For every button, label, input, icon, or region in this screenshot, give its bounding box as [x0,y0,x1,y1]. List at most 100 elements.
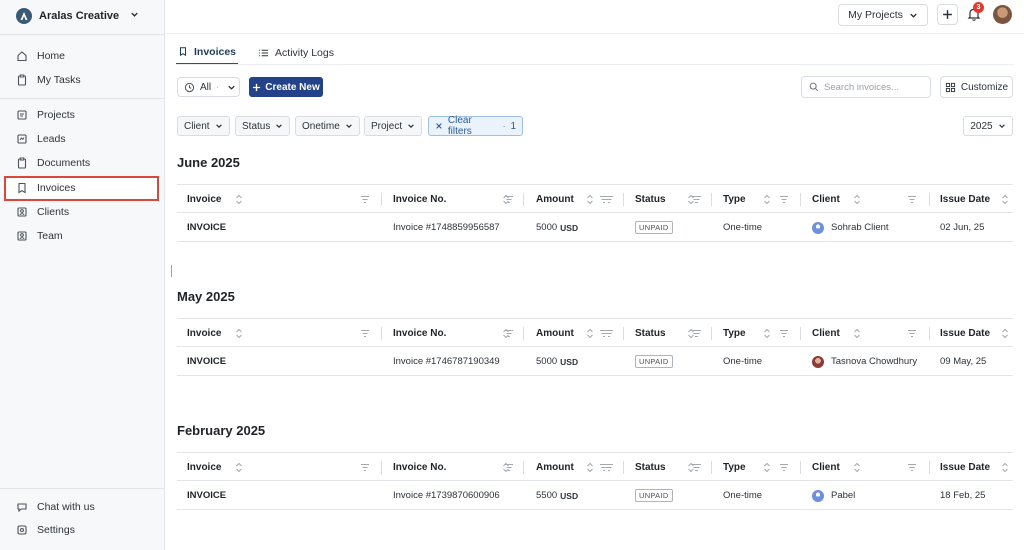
sidebar-item-documents[interactable]: Documents [16,153,90,173]
column-separator[interactable] [623,193,624,206]
year-selector[interactable]: 2025 [963,116,1013,136]
avatar[interactable] [993,5,1012,24]
sort-icon[interactable] [763,194,771,205]
column-separator[interactable] [711,327,712,340]
column-header[interactable]: Invoice [187,319,221,348]
sort-icon[interactable] [586,462,594,473]
column-header[interactable]: Issue Date [940,319,990,348]
sidebar-item-home[interactable]: Home [16,46,65,66]
column-filter-icon[interactable] [779,329,789,338]
table-row[interactable]: INVOICE Invoice #1746787190349 5000 USD UNPA… [177,347,1013,376]
type-filter[interactable]: Onetime [295,116,360,136]
column-filter-icon[interactable] [907,195,917,204]
column-header[interactable]: Invoice [187,185,221,214]
sort-icon[interactable] [853,194,861,205]
sort-icon[interactable] [1001,462,1009,473]
sort-icon[interactable] [853,462,861,473]
column-header[interactable]: Client [812,185,840,214]
column-filter-icon[interactable] [691,195,701,204]
column-separator[interactable] [800,461,801,474]
sidebar-item-invoices[interactable]: Invoices [16,178,76,198]
column-header[interactable]: Amount [536,185,574,214]
column-separator[interactable] [381,327,382,340]
sort-icon[interactable] [586,194,594,205]
client-name[interactable]: Tasnova Chowdhury [831,356,917,367]
column-header[interactable]: Type [723,319,746,348]
sort-icon[interactable] [763,328,771,339]
tab-invoices[interactable]: Invoices [176,40,239,65]
column-filter-icon[interactable] [599,329,609,338]
sidebar-item-clients[interactable]: Clients [16,202,69,222]
my-projects-dropdown[interactable]: My Projects [838,4,928,26]
column-separator[interactable] [800,327,801,340]
column-header[interactable]: Amount [536,319,574,348]
column-separator[interactable] [623,461,624,474]
column-separator[interactable] [623,327,624,340]
create-new-button[interactable]: Create New [249,77,323,97]
column-separator[interactable] [381,461,382,474]
sidebar-item-team[interactable]: Team [16,226,63,246]
column-header[interactable]: Invoice [187,453,221,482]
column-header[interactable]: Client [812,453,840,482]
client-name[interactable]: Pabel [831,490,855,501]
column-filter-icon[interactable] [691,463,701,472]
column-header[interactable]: Client [812,319,840,348]
client-name[interactable]: Sohrab Client [831,222,889,233]
column-separator[interactable] [523,327,524,340]
period-filter-dropdown[interactable]: All · [177,77,240,97]
column-header[interactable]: Type [723,185,746,214]
column-filter-icon[interactable] [504,463,514,472]
column-header[interactable]: Issue Date [940,185,990,214]
sidebar-item-my-tasks[interactable]: My Tasks [16,70,81,90]
add-button[interactable] [937,4,958,25]
column-header[interactable]: Status [635,453,666,482]
column-separator[interactable] [523,461,524,474]
column-header[interactable]: Status [635,319,666,348]
column-separator[interactable] [929,327,930,340]
column-filter-icon[interactable] [360,195,370,204]
sort-icon[interactable] [586,328,594,339]
column-separator[interactable] [711,461,712,474]
column-header[interactable]: Amount [536,453,574,482]
column-filter-icon[interactable] [504,329,514,338]
clear-filters-button[interactable]: Clear filters · 1 [428,115,523,137]
sort-icon[interactable] [235,462,243,473]
sort-icon[interactable] [1001,194,1009,205]
status-filter[interactable]: Status [235,116,291,136]
column-separator[interactable] [711,193,712,206]
column-filter-icon[interactable] [779,195,789,204]
customize-button[interactable]: Customize [940,76,1013,98]
column-separator[interactable] [929,193,930,206]
column-header[interactable]: Issue Date [940,453,990,482]
column-separator[interactable] [381,193,382,206]
column-filter-icon[interactable] [907,329,917,338]
sidebar-item-projects[interactable]: Projects [16,105,75,125]
column-header[interactable]: Invoice No. [393,319,446,348]
sort-icon[interactable] [853,328,861,339]
column-filter-icon[interactable] [599,195,609,204]
column-filter-icon[interactable] [360,329,370,338]
column-filter-icon[interactable] [779,463,789,472]
column-filter-icon[interactable] [907,463,917,472]
sidebar-item-leads[interactable]: Leads [16,129,66,149]
sidebar-item-chat[interactable]: Chat with us [16,497,95,517]
sidebar-item-settings[interactable]: Settings [16,520,75,540]
sort-icon[interactable] [235,194,243,205]
column-header[interactable]: Invoice No. [393,185,446,214]
column-separator[interactable] [523,193,524,206]
table-row[interactable]: INVOICE Invoice #1748859956587 5000 USD UNPA… [177,213,1013,242]
column-filter-icon[interactable] [504,195,514,204]
workspace-switcher[interactable]: Aralas Creative [16,6,139,26]
sort-icon[interactable] [763,462,771,473]
sort-icon[interactable] [1001,328,1009,339]
column-separator[interactable] [929,461,930,474]
search-input[interactable] [824,81,924,93]
column-filter-icon[interactable] [691,329,701,338]
column-header[interactable]: Status [635,185,666,214]
search-field[interactable] [801,76,931,98]
table-row[interactable]: INVOICE Invoice #1739870600906 5500 USD UNPA… [177,481,1013,510]
column-separator[interactable] [800,193,801,206]
tab-activity-logs[interactable]: Activity Logs [256,40,336,65]
column-filter-icon[interactable] [599,463,609,472]
column-header[interactable]: Invoice No. [393,453,446,482]
